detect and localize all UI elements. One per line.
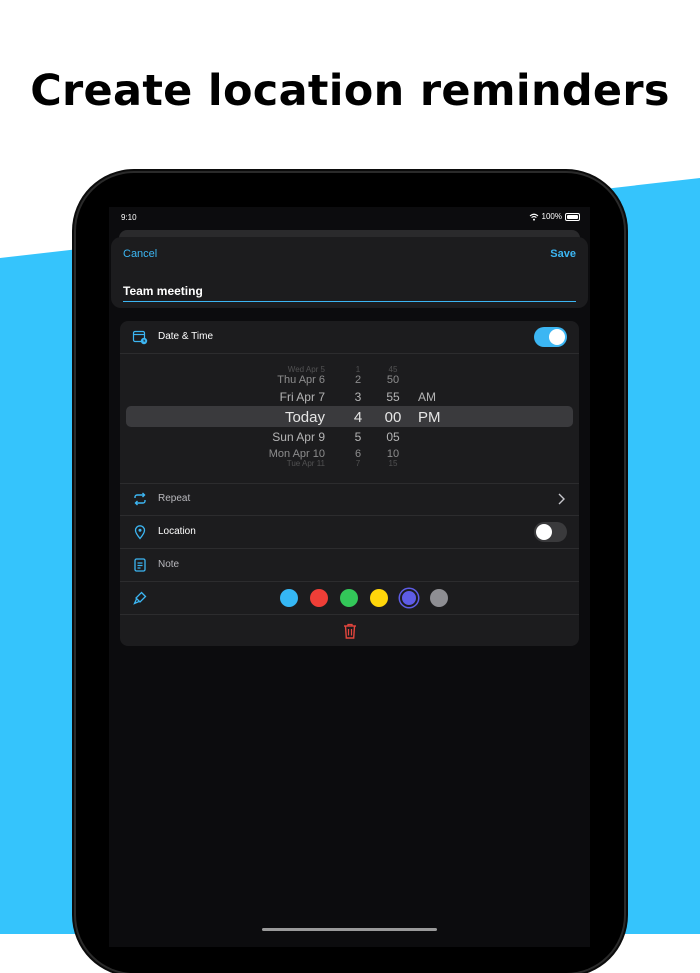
chevron-right-icon [558, 493, 565, 505]
date-time-row[interactable]: Date & Time [120, 321, 579, 354]
date-time-picker[interactable]: Wed Apr 5 Thu Apr 6 Fri Apr 7 Today Sun Apr … [120, 353, 579, 484]
picker-date-item[interactable]: Sun Apr 9 [272, 430, 325, 444]
nav-card: Cancel Save [111, 237, 588, 308]
picker-date-item[interactable]: Tue Apr 11 [287, 459, 325, 468]
picker-hour-item[interactable]: 2 [355, 374, 361, 386]
trash-icon[interactable] [342, 622, 358, 640]
battery-percent: 100% [541, 212, 562, 221]
color-swatch-3[interactable] [340, 589, 358, 607]
save-button[interactable]: Save [550, 248, 576, 260]
picker-hour-item-selected[interactable]: 4 [354, 409, 362, 426]
toggle-knob [536, 524, 552, 540]
picker-period-item-selected[interactable]: PM [418, 409, 441, 426]
picker-minute-item-selected[interactable]: 00 [385, 409, 402, 426]
picker-date-item[interactable]: Fri Apr 7 [280, 390, 325, 404]
status-time: 9:10 [121, 213, 137, 222]
picker-date-column[interactable]: Wed Apr 5 Thu Apr 6 Fri Apr 7 Today Sun Apr … [120, 353, 325, 483]
date-time-toggle[interactable] [534, 327, 567, 347]
picker-hour-item[interactable]: 7 [356, 459, 360, 468]
location-row[interactable]: Location [120, 516, 579, 549]
picker-minute-item[interactable]: 10 [387, 448, 399, 460]
headline: Create location reminders [30, 66, 670, 116]
picker-date-item-selected[interactable]: Today [285, 409, 325, 426]
location-label: Location [158, 526, 196, 537]
color-swatch-4[interactable] [370, 589, 388, 607]
picker-minute-item[interactable]: 50 [387, 374, 399, 386]
toggle-knob [549, 329, 565, 345]
color-swatch-5[interactable] [400, 589, 418, 607]
color-swatch-6[interactable] [430, 589, 448, 607]
picker-hour-item[interactable]: 3 [355, 390, 362, 404]
picker-hour-item[interactable]: 5 [355, 430, 362, 444]
picker-minute-item[interactable]: 15 [389, 459, 398, 468]
picker-date-item[interactable]: Thu Apr 6 [277, 374, 325, 386]
repeat-label: Repeat [158, 493, 191, 504]
note-label: Note [158, 559, 180, 570]
picker-minute-item[interactable]: 05 [386, 430, 399, 444]
note-icon [134, 558, 146, 572]
delete-row[interactable] [120, 615, 579, 647]
cancel-button[interactable]: Cancel [123, 248, 157, 260]
location-toggle[interactable] [534, 522, 567, 542]
battery-icon [565, 212, 580, 221]
date-time-label: Date & Time [158, 331, 214, 342]
color-row [120, 582, 579, 615]
picker-date-item[interactable]: Mon Apr 10 [269, 448, 325, 460]
paint-brush-icon [133, 591, 147, 605]
calendar-clock-icon [132, 330, 148, 345]
repeat-icon [134, 492, 146, 506]
app-screen: 9:10 100% Cancel Save Date & Time [109, 207, 590, 947]
home-indicator [262, 928, 437, 931]
picker-period-item[interactable]: AM [418, 390, 436, 404]
wifi-icon [529, 213, 538, 221]
status-right: 100% [529, 212, 580, 221]
note-row[interactable]: Note [120, 549, 579, 582]
color-swatch-2[interactable] [310, 589, 328, 607]
location-pin-icon [134, 525, 146, 540]
title-input[interactable] [123, 281, 576, 302]
picker-hour-item[interactable]: 6 [355, 448, 361, 460]
reminder-form: Date & Time Wed Apr 5 Thu Apr 6 Fri Apr 7T… [120, 321, 579, 646]
repeat-row[interactable]: Repeat [120, 483, 579, 516]
color-swatch-1[interactable] [280, 589, 298, 607]
picker-minute-item[interactable]: 55 [386, 390, 399, 404]
